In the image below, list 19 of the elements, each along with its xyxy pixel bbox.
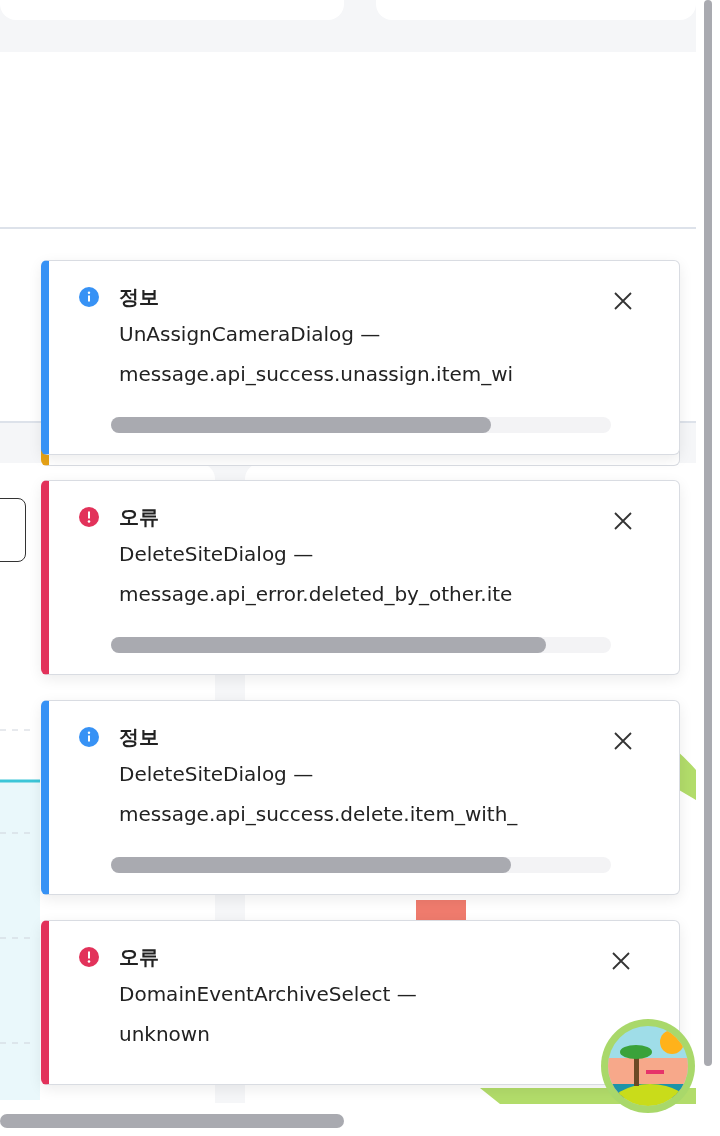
scrollbar[interactable]	[704, 0, 712, 1066]
error-icon	[79, 507, 99, 527]
toast-source: DeleteSiteDialog —	[119, 541, 315, 568]
error-icon	[79, 947, 99, 967]
info-icon	[79, 287, 99, 307]
toast-source: DeleteSiteDialog —	[119, 761, 315, 788]
select-field[interactable]	[0, 498, 26, 562]
toast-title: 오류	[119, 505, 160, 529]
info-icon	[79, 727, 99, 747]
toast-title: 정보	[119, 725, 160, 749]
toast-title: 정보	[119, 285, 160, 309]
toast-title: 오류	[119, 945, 160, 969]
toast-source: UnAssignCameraDialog —	[119, 321, 382, 348]
scrollbar[interactable]	[0, 1114, 344, 1128]
toast-message: message.api_error.deleted_by_other.ite	[119, 581, 514, 608]
toast-message: unknown	[119, 1021, 211, 1048]
toast-source: DomainEventArchiveSelect —	[119, 981, 418, 1008]
toast-message: message.api_success.delete.item_with_	[119, 801, 519, 828]
toast-message: message.api_success.unassign.item_wi	[119, 361, 515, 388]
